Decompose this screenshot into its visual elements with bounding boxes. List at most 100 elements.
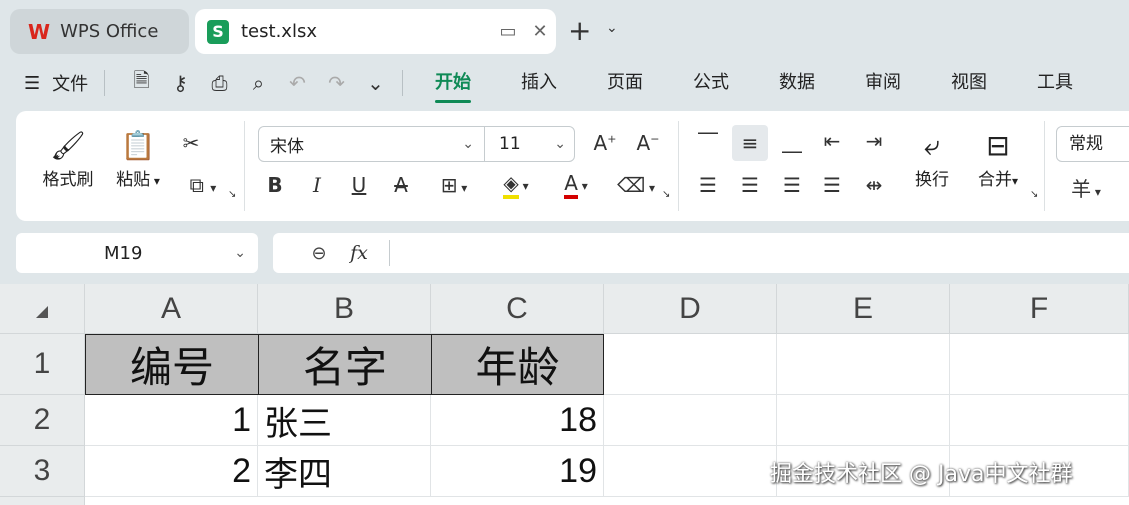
align-center-icon[interactable]: ☰ [736, 173, 764, 197]
expand-icon[interactable]: ↘ [1030, 189, 1038, 200]
column-header-e[interactable]: E [777, 284, 950, 334]
decrease-font-icon[interactable]: A− [633, 131, 663, 155]
row-header-2[interactable]: 2 [0, 395, 85, 446]
expand-icon[interactable]: ↘ [662, 189, 670, 200]
paste-button[interactable]: 📋 粘贴 ▾ [108, 127, 168, 190]
currency-format-button[interactable]: 羊 ▾ [1064, 173, 1108, 202]
formula-bar: ⊖ fx [273, 233, 1129, 273]
tab-start[interactable]: 开始 [410, 69, 496, 103]
wrap-text-button[interactable]: ⤶ 换行 [904, 127, 960, 190]
chevron-down-icon[interactable]: ⌄ [356, 68, 395, 98]
brush-icon: 🖌 [50, 129, 86, 162]
clipboard-icon: 📋 [120, 129, 156, 162]
tab-review[interactable]: 审阅 [840, 69, 926, 99]
row-header-4[interactable] [0, 497, 85, 505]
italic-icon[interactable]: I [304, 173, 330, 197]
chevron-down-icon[interactable]: ⌄ [606, 20, 618, 36]
column-header-f[interactable]: F [950, 284, 1129, 334]
divider [1044, 121, 1045, 211]
tab-file-label: test.xlsx [241, 21, 317, 42]
undo-icon[interactable]: ↶ [278, 68, 317, 98]
font-color-icon[interactable]: A ▾ [552, 171, 600, 199]
cell-d3[interactable] [604, 446, 777, 497]
ribbon-tabs: 开始 插入 页面 公式 数据 审阅 视图 工具 会 [410, 69, 1129, 103]
cell-a3[interactable]: 2 [85, 446, 258, 497]
font-size-select[interactable]: 11 ⌄ [485, 127, 574, 161]
underline-icon[interactable]: U [346, 173, 372, 197]
distributed-icon[interactable]: ⇹ [860, 173, 888, 197]
tab-formula[interactable]: 公式 [668, 69, 754, 99]
cut-icon[interactable]: ✂ [176, 131, 206, 155]
zoom-icon[interactable]: ⊖ [299, 243, 339, 264]
merge-button[interactable]: ⊟ 合并▾ [966, 127, 1030, 190]
row-header-3[interactable]: 3 [0, 446, 85, 497]
align-bottom-icon[interactable]: ⎽ [778, 129, 806, 153]
bold-icon[interactable]: B [262, 173, 288, 197]
column-header-c[interactable]: C [431, 284, 604, 334]
cell-b2[interactable]: 张三 [258, 395, 431, 446]
close-icon[interactable]: ✕ [524, 21, 556, 42]
number-format-select[interactable]: 常规 [1056, 126, 1129, 162]
monitor-icon[interactable]: ▭ [492, 21, 524, 42]
tab-wps-home[interactable]: W WPS Office [10, 9, 189, 54]
tab-tools[interactable]: 工具 [1012, 69, 1098, 99]
fill-color-icon[interactable]: ◈ ▾ [492, 171, 540, 199]
align-middle-icon[interactable]: ≡ [732, 125, 768, 161]
column-header-d[interactable]: D [604, 284, 777, 334]
divider [402, 70, 403, 96]
cell-f2[interactable] [950, 395, 1129, 446]
cell-a1[interactable]: 编号 [85, 334, 259, 395]
strikethrough-icon[interactable]: A [388, 173, 414, 197]
expand-icon[interactable]: ↘ [228, 189, 236, 200]
row-header-1[interactable]: 1 [0, 334, 85, 395]
quick-access-toolbar: 🗎 ⚷ ⎙ ⌕ ↶ ↷ ⌄ [122, 68, 395, 98]
cell-a2[interactable]: 1 [85, 395, 258, 446]
tab-page[interactable]: 页面 [582, 69, 668, 99]
cell-e1[interactable] [777, 334, 950, 395]
format-painter-button[interactable]: 🖌 格式刷 [38, 127, 98, 190]
cell-c3[interactable]: 19 [431, 446, 604, 497]
font-name-select[interactable]: 宋体 ⌄ [259, 127, 485, 161]
chevron-down-icon[interactable]: ⌄ [234, 245, 246, 261]
cell-b1[interactable]: 名字 [258, 334, 432, 395]
copy-icon[interactable]: ⧉ ▾ [178, 173, 228, 197]
divider [389, 240, 390, 266]
file-menu-button[interactable]: ☰ 文件 [24, 70, 88, 96]
tab-home-label: WPS Office [60, 21, 159, 42]
align-top-icon[interactable]: ⎺ [694, 129, 722, 153]
redo-icon[interactable]: ↷ [317, 68, 356, 98]
name-box[interactable]: M19 ⌄ [16, 233, 258, 273]
cell-d2[interactable] [604, 395, 777, 446]
decrease-indent-icon[interactable]: ⇤ [818, 129, 846, 153]
tab-view[interactable]: 视图 [926, 69, 1012, 99]
tab-insert[interactable]: 插入 [496, 69, 582, 99]
tab-data[interactable]: 数据 [754, 69, 840, 99]
cell-c1[interactable]: 年龄 [431, 334, 604, 395]
new-tab-button[interactable]: + [568, 14, 591, 48]
justify-icon[interactable]: ☰ [818, 173, 846, 197]
key-icon[interactable]: ⚷ [161, 68, 200, 98]
align-right-icon[interactable]: ☰ [778, 173, 806, 197]
paste-label: 粘贴 [116, 170, 151, 190]
increase-indent-icon[interactable]: ⇥ [860, 129, 888, 153]
tab-member[interactable]: 会 [1098, 69, 1129, 99]
cell-d1[interactable] [604, 334, 777, 395]
cell-c2[interactable]: 18 [431, 395, 604, 446]
cell-b3[interactable]: 李四 [258, 446, 431, 497]
merge-cells-icon: ⊟ [986, 129, 1010, 162]
column-header-a[interactable]: A [85, 284, 258, 334]
cell-f1[interactable] [950, 334, 1129, 395]
select-all-button[interactable] [0, 284, 85, 334]
save-icon[interactable]: 🗎 [122, 68, 161, 98]
eraser-icon[interactable]: ⌫ ▾ [612, 173, 660, 197]
watermark-text: 掘金技术社区 @ Java中文社群 [770, 462, 1073, 487]
print-preview-icon[interactable]: ⌕ [239, 68, 278, 98]
insert-function-button[interactable]: fx [339, 242, 379, 264]
border-icon[interactable]: ⊞ ▾ [432, 173, 476, 197]
increase-font-icon[interactable]: A+ [590, 131, 620, 155]
tab-test-xlsx[interactable]: S test.xlsx ▭ ✕ [195, 9, 556, 54]
align-left-icon[interactable]: ☰ [694, 173, 722, 197]
column-header-b[interactable]: B [258, 284, 431, 334]
print-icon[interactable]: ⎙ [200, 68, 239, 98]
cell-e2[interactable] [777, 395, 950, 446]
